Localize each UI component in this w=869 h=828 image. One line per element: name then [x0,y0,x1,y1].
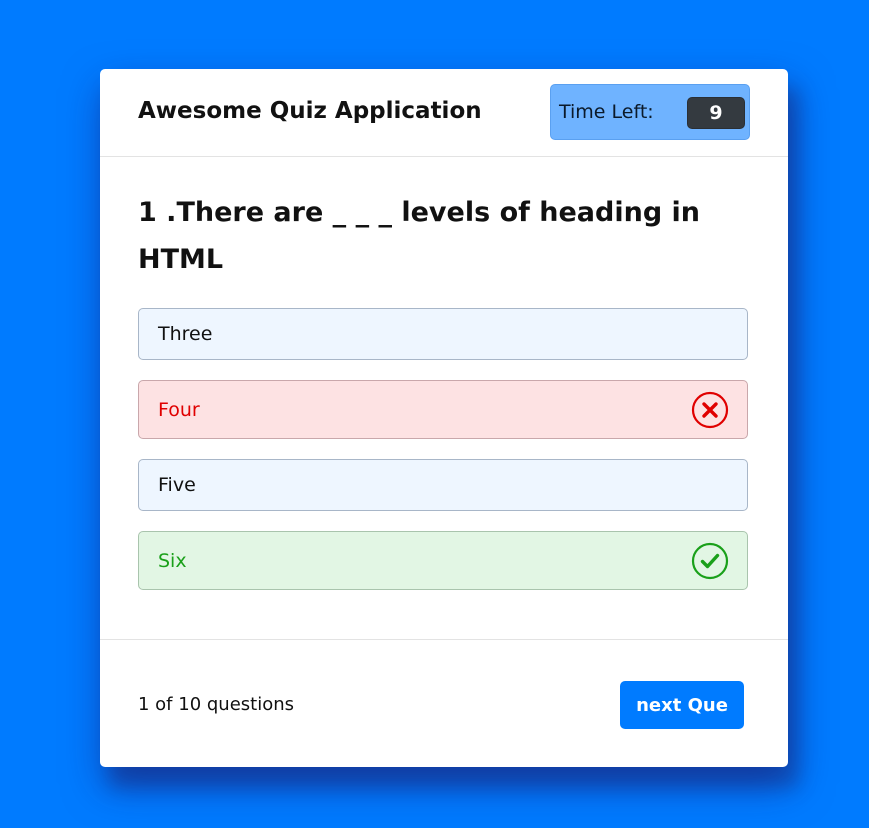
quiz-box: Awesome Quiz Application Time Left: 9 1 … [100,69,788,767]
option-label: Six [158,550,187,572]
cross-icon [691,391,729,429]
option-six[interactable]: Six [138,531,748,590]
timer-label: Time Left: [559,101,654,123]
option-three[interactable]: Three [138,308,748,360]
timer-seconds: 9 [687,97,745,129]
option-four[interactable]: Four [138,380,748,439]
tick-icon [691,542,729,580]
next-question-button[interactable]: next Que [620,681,744,729]
quiz-footer: 1 of 10 questions next Que [100,639,788,768]
question-text: 1 .There are _ _ _ levels of heading in … [138,197,701,275]
option-label: Four [158,399,200,421]
timer: Time Left: 9 [550,84,750,140]
question-counter: 1 of 10 questions [138,694,295,715]
option-five[interactable]: Five [138,459,748,511]
app-title: Awesome Quiz Application [138,98,482,124]
option-label: Five [158,474,196,496]
quiz-header: Awesome Quiz Application Time Left: 9 [100,69,788,157]
option-label: Three [158,323,213,345]
